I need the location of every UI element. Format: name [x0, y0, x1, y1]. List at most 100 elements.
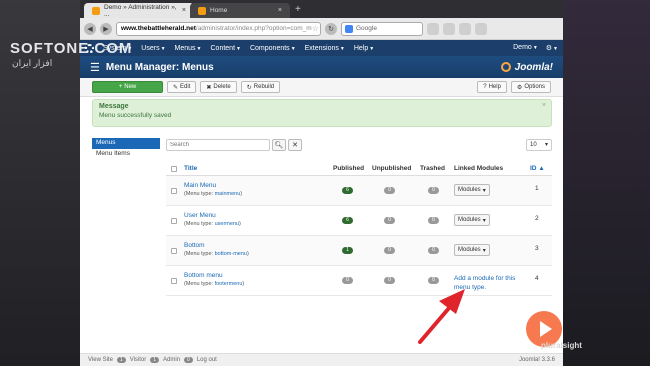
unpublished-count-badge[interactable]: 0	[384, 187, 395, 194]
sidebar-item-menu-items[interactable]: Menu Items	[92, 149, 160, 160]
search-bar[interactable]: Google	[341, 21, 423, 36]
logout-link[interactable]: Log out	[197, 357, 217, 363]
unpublished-count-badge[interactable]: 0	[384, 247, 395, 254]
menus-table: Title Published Unpublished Trashed Link…	[166, 162, 552, 296]
home-icon[interactable]	[427, 22, 439, 35]
header-title[interactable]: Title	[184, 165, 197, 172]
modules-dropdown-button[interactable]: Modules ▾	[454, 214, 490, 226]
visitors-label: Visitor	[129, 357, 147, 363]
url-path: /administrator/index.php?option=com_m	[195, 25, 312, 32]
header-published: Published	[333, 165, 365, 172]
menu-title-link[interactable]: Main Menu	[184, 182, 242, 189]
delete-button[interactable]: ✖ Delete	[200, 81, 237, 93]
extension-icon[interactable]	[459, 22, 471, 35]
search-button[interactable]: 🔍︎	[272, 138, 286, 151]
url-host: www.thebattleherald.net	[121, 25, 196, 32]
trashed-count-badge[interactable]: 0	[428, 247, 439, 254]
select-all-checkbox[interactable]	[171, 166, 177, 172]
messages-count-badge: 0	[184, 357, 193, 363]
status-bar: View Site 1 Visitor 1 Admin 0 Log out Jo…	[80, 353, 563, 366]
unpublished-count-badge[interactable]: 0	[384, 217, 395, 224]
settings-gear-icon[interactable]: ⚙▼	[546, 44, 558, 52]
bookmark-star-icon[interactable]: ☆	[312, 24, 319, 33]
menu-title-link[interactable]: Bottom menu	[184, 272, 244, 279]
main-content: 🔍︎ ✕ 10▾ Title Published Unpublished Tra…	[166, 138, 552, 296]
nav-item-content[interactable]: Content▼	[211, 45, 241, 52]
options-button[interactable]: ⚙ Options	[510, 81, 551, 93]
help-button[interactable]: ? Help	[477, 81, 507, 93]
menu-id: 4	[535, 275, 539, 282]
unpublished-count-badge[interactable]: 0	[384, 277, 395, 284]
header-id[interactable]: ID ▲	[530, 165, 545, 172]
menu-title-cell: Bottom menu (Menu type: footermenu)	[184, 272, 244, 287]
published-count-badge[interactable]: 0	[342, 277, 353, 284]
linked-modules-cell: Modules ▾	[454, 244, 490, 256]
menu-id: 1	[535, 185, 539, 192]
message-text: Menu successfully saved	[99, 112, 172, 119]
row-checkbox[interactable]	[171, 278, 177, 284]
joomla-favicon-icon	[198, 6, 206, 15]
nav-item-menus[interactable]: Menus▼	[175, 45, 202, 52]
url-bar[interactable]: www.thebattleherald.net /administrator/i…	[116, 21, 321, 36]
edit-button[interactable]: ✎ Edit	[167, 81, 197, 93]
published-count-badge[interactable]: 1	[342, 247, 353, 254]
trashed-count-badge[interactable]: 0	[428, 187, 439, 194]
tab-admin[interactable]: Demo » Administration », ... ×	[84, 3, 194, 18]
row-checkbox[interactable]	[171, 248, 177, 254]
nav-item-users[interactable]: Users▼	[141, 45, 165, 52]
row-checkbox[interactable]	[171, 218, 177, 224]
back-button[interactable]: ◀	[84, 22, 96, 35]
new-tab-button[interactable]: +	[295, 4, 307, 16]
table-row: Bottom menu (Menu type: footermenu) 0 0 …	[166, 266, 552, 296]
sidebar-item-menus[interactable]: Menus	[92, 138, 160, 149]
reload-button[interactable]: ↻	[325, 22, 337, 35]
rebuild-button[interactable]: ↻ Rebuild	[240, 81, 281, 93]
sidebar: Menus Menu Items	[92, 138, 160, 160]
search-input[interactable]	[166, 138, 270, 151]
list-limit-select[interactable]: 10 ▾	[526, 138, 552, 151]
close-icon[interactable]: ×	[542, 102, 546, 109]
nav-item-help[interactable]: Help▼	[354, 45, 374, 52]
close-icon[interactable]: ×	[182, 7, 186, 14]
menu-id: 3	[535, 245, 539, 252]
table-header: Title Published Unpublished Trashed Link…	[166, 162, 552, 176]
view-site-link[interactable]: View Site	[88, 357, 113, 363]
table-row: Main Menu (Menu type: mainmenu) 6 0 0 Mo…	[166, 176, 552, 206]
published-count-badge[interactable]: 6	[342, 187, 353, 194]
plus-icon: +	[118, 84, 123, 90]
version-label: Joomla! 3.3.6	[518, 357, 555, 363]
trashed-count-badge[interactable]: 0	[428, 277, 439, 284]
help-icon: ?	[483, 84, 487, 90]
add-module-link[interactable]: Add a module for this menu type.	[454, 274, 524, 292]
published-count-badge[interactable]: 6	[342, 217, 353, 224]
browser-tabbar: Demo » Administration », ... × Home × +	[80, 0, 563, 18]
close-icon[interactable]: ×	[278, 7, 282, 14]
menu-type: (Menu type: usermenu)	[184, 221, 241, 227]
list-icon: ☰	[90, 61, 100, 74]
tab-label: Home	[210, 7, 228, 14]
site-link[interactable]: Demo▼	[513, 44, 538, 52]
header-unpublished: Unpublished	[372, 165, 412, 172]
row-checkbox[interactable]	[171, 188, 177, 194]
menu-icon[interactable]	[475, 22, 487, 35]
chevron-down-icon: ▾	[544, 142, 548, 148]
linked-modules-cell: Add a module for this menu type.	[454, 274, 524, 292]
refresh-icon: ↻	[246, 84, 252, 91]
joomla-favicon-icon	[92, 6, 100, 15]
new-button[interactable]: + New	[92, 81, 163, 93]
nav-item-components[interactable]: Components▼	[250, 45, 296, 52]
nav-item-extensions[interactable]: Extensions▼	[305, 45, 345, 52]
forward-button[interactable]: ▶	[100, 22, 112, 35]
joomla-logo-icon	[500, 62, 511, 72]
download-icon[interactable]	[443, 22, 455, 35]
menu-title-link[interactable]: Bottom	[184, 242, 249, 249]
menu-title-link[interactable]: User Menu	[184, 212, 241, 219]
right-desktop-blur	[562, 0, 650, 366]
tab-home[interactable]: Home ×	[190, 3, 290, 18]
clear-button[interactable]: ✕	[288, 138, 302, 151]
pluralsight-logo: pluralsight	[541, 341, 582, 350]
trashed-count-badge[interactable]: 0	[428, 217, 439, 224]
modules-dropdown-button[interactable]: Modules ▾	[454, 184, 490, 196]
menu-id: 2	[535, 215, 539, 222]
modules-dropdown-button[interactable]: Modules ▾	[454, 244, 490, 256]
